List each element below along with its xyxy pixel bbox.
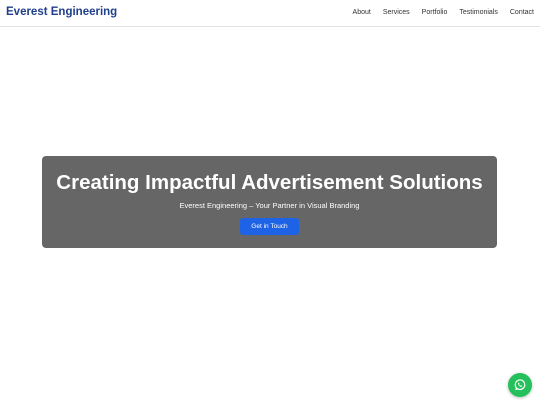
whatsapp-button[interactable] <box>508 373 532 397</box>
brand-logo-link[interactable]: Everest Engineering <box>6 6 117 18</box>
hero-card: Creating Impactful Advertisement Solutio… <box>42 156 497 248</box>
whatsapp-icon <box>514 379 526 391</box>
nav-links: About Services Portfolio Testimonials Co… <box>353 9 534 16</box>
navbar: Everest Engineering About Services Portf… <box>0 0 540 27</box>
nav-link-testimonials[interactable]: Testimonials <box>459 9 498 16</box>
nav-link-about[interactable]: About <box>353 9 371 16</box>
nav-link-contact[interactable]: Contact <box>510 9 534 16</box>
get-in-touch-button[interactable]: Get in Touch <box>240 218 299 235</box>
hero-title: Creating Impactful Advertisement Solutio… <box>56 171 483 194</box>
hero-subtitle: Everest Engineering – Your Partner in Vi… <box>179 201 360 210</box>
page: Everest Engineering About Services Portf… <box>0 0 540 405</box>
nav-link-services[interactable]: Services <box>383 9 410 16</box>
nav-link-portfolio[interactable]: Portfolio <box>422 9 448 16</box>
